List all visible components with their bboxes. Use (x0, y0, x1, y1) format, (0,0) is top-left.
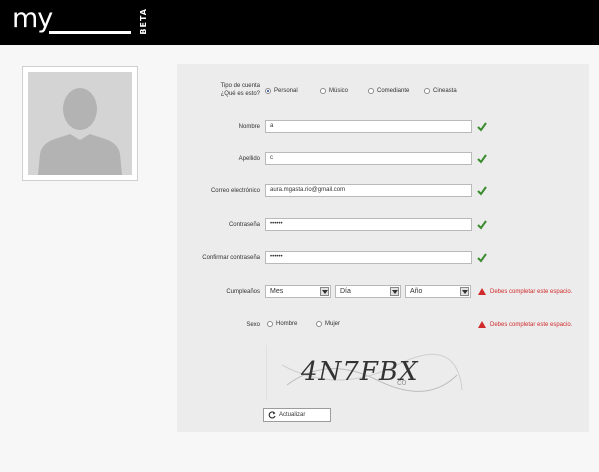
radio-male-circle[interactable] (267, 321, 273, 327)
surname-valid-check-icon (477, 154, 487, 164)
refresh-icon (268, 411, 276, 419)
sex-label: Sexo (246, 322, 260, 328)
surname-field[interactable]: c (265, 152, 472, 165)
day-select[interactable]: Día (335, 285, 401, 298)
radio-male-label: Hombre (276, 321, 298, 327)
radio-female-circle[interactable] (316, 321, 322, 327)
birthday-error-text: Debes completar este espacio. (490, 288, 573, 295)
beta-badge: BETA (139, 8, 148, 35)
sex-error: Debes completar este espacio. (478, 321, 572, 328)
surname-label: Apellido (238, 156, 260, 162)
password-field[interactable]: •••••• (265, 218, 472, 231)
radio-musician-label: Músico (329, 88, 349, 94)
logo[interactable]: my (12, 2, 53, 36)
month-select-value: Mes (270, 288, 284, 295)
warning-icon (478, 321, 486, 328)
radio-male[interactable]: Hombre (267, 321, 297, 327)
name-valid-check-icon (477, 122, 487, 132)
captcha-subtext: co (397, 377, 407, 387)
radio-personal-circle[interactable] (265, 88, 271, 94)
radio-musician-circle[interactable] (320, 88, 326, 94)
captcha-image: 4N7FBX co (266, 345, 468, 401)
radio-filmmaker-circle[interactable] (424, 88, 430, 94)
year-select-value: Año (410, 288, 423, 295)
radio-comedian[interactable]: Comediante (368, 88, 409, 94)
chevron-down-icon[interactable] (320, 287, 329, 296)
chevron-down-icon[interactable] (390, 287, 399, 296)
radio-personal[interactable]: Personal (265, 88, 298, 94)
name-field[interactable]: a (265, 120, 472, 133)
radio-comedian-circle[interactable] (368, 88, 374, 94)
radio-personal-label: Personal (274, 88, 298, 94)
birthday-label: Cumpleaños (226, 289, 260, 295)
radio-comedian-label: Comediante (377, 88, 410, 94)
avatar-placeholder-icon (28, 72, 132, 175)
profile-picture-frame[interactable] (22, 66, 138, 181)
warning-icon (478, 288, 486, 295)
password-label: Contraseña (228, 222, 260, 228)
day-select-value: Día (340, 288, 351, 295)
email-valid-check-icon (477, 186, 487, 196)
email-field[interactable]: aura.mgasta.rio@gmail.com (265, 184, 472, 197)
confirm-password-field[interactable]: •••••• (265, 251, 472, 264)
year-select[interactable]: Año (405, 285, 471, 298)
name-label: Nombre (238, 124, 260, 130)
radio-filmmaker[interactable]: Cineasta (424, 88, 457, 94)
birthday-error: Debes completar este espacio. (478, 288, 572, 295)
logo-underline (49, 31, 131, 34)
confirm-password-valid-check-icon (477, 253, 487, 263)
radio-female[interactable]: Mujer (316, 321, 340, 327)
confirm-password-label: Confirmar contraseña (202, 255, 260, 261)
refresh-captcha-button[interactable]: Actualizar (263, 408, 331, 422)
radio-musician[interactable]: Músico (320, 88, 348, 94)
account-type-label: Tipo de cuenta ¿Qué es esto? (200, 82, 260, 98)
radio-filmmaker-label: Cineasta (433, 88, 457, 94)
month-select[interactable]: Mes (265, 285, 331, 298)
top-bar: my BETA (0, 0, 599, 45)
password-valid-check-icon (477, 220, 487, 230)
whats-this-link[interactable]: ¿Qué es esto? (200, 90, 260, 98)
chevron-down-icon[interactable] (460, 287, 469, 296)
refresh-button-label: Actualizar (279, 412, 306, 418)
radio-female-label: Mujer (325, 321, 341, 327)
sex-error-text: Debes completar este espacio. (490, 321, 573, 328)
account-type-title: Tipo de cuenta (220, 83, 260, 89)
email-label: Correo electrónico (210, 188, 260, 194)
